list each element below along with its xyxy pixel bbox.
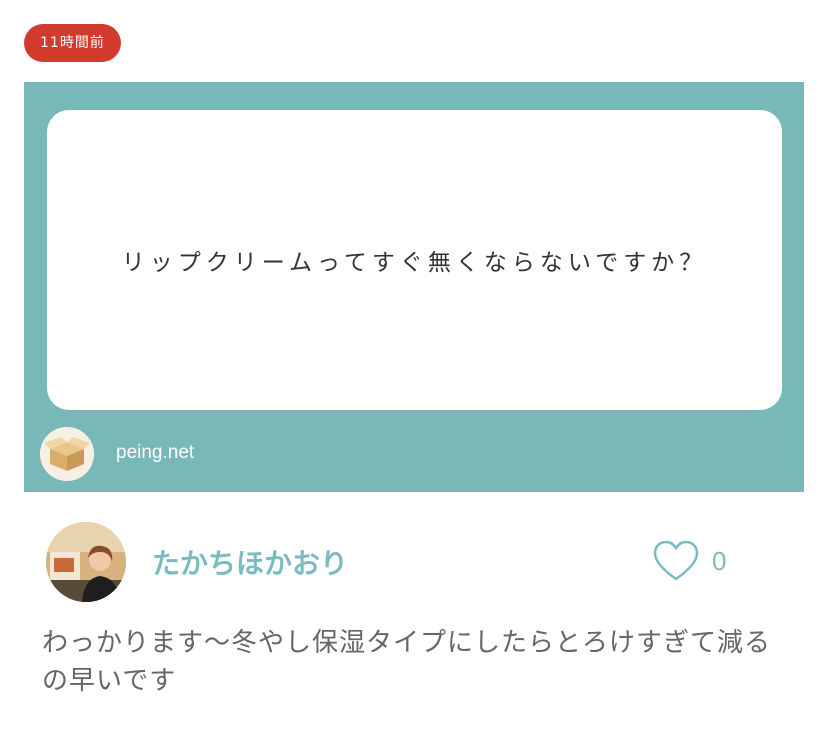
source-name: peing.net [116, 442, 195, 463]
answer-header: たかちほかおり 0 [46, 522, 804, 604]
question-box: リップクリームってすぐ無くならないですか？ [47, 110, 782, 410]
box-icon [40, 427, 94, 481]
question-card[interactable]: リップクリームってすぐ無くならないですか？ peing.net [24, 82, 804, 492]
answer-text: わっかります〜冬やし保湿タイプにしたらとろけすぎて減るの早いです [42, 628, 772, 696]
like-button[interactable]: 0 [652, 536, 726, 586]
time-badge: 11時間前 [24, 24, 121, 62]
heart-icon [653, 540, 699, 581]
post-page: 11時間前 リップクリームってすぐ無くならないですか？ peing.net たか… [0, 0, 828, 732]
like-count: 0 [712, 545, 727, 576]
question-text: リップクリームってすぐ無くならないですか？ [121, 250, 708, 276]
avatar[interactable] [46, 522, 126, 602]
user-name[interactable]: たかちほかおり [152, 542, 348, 582]
